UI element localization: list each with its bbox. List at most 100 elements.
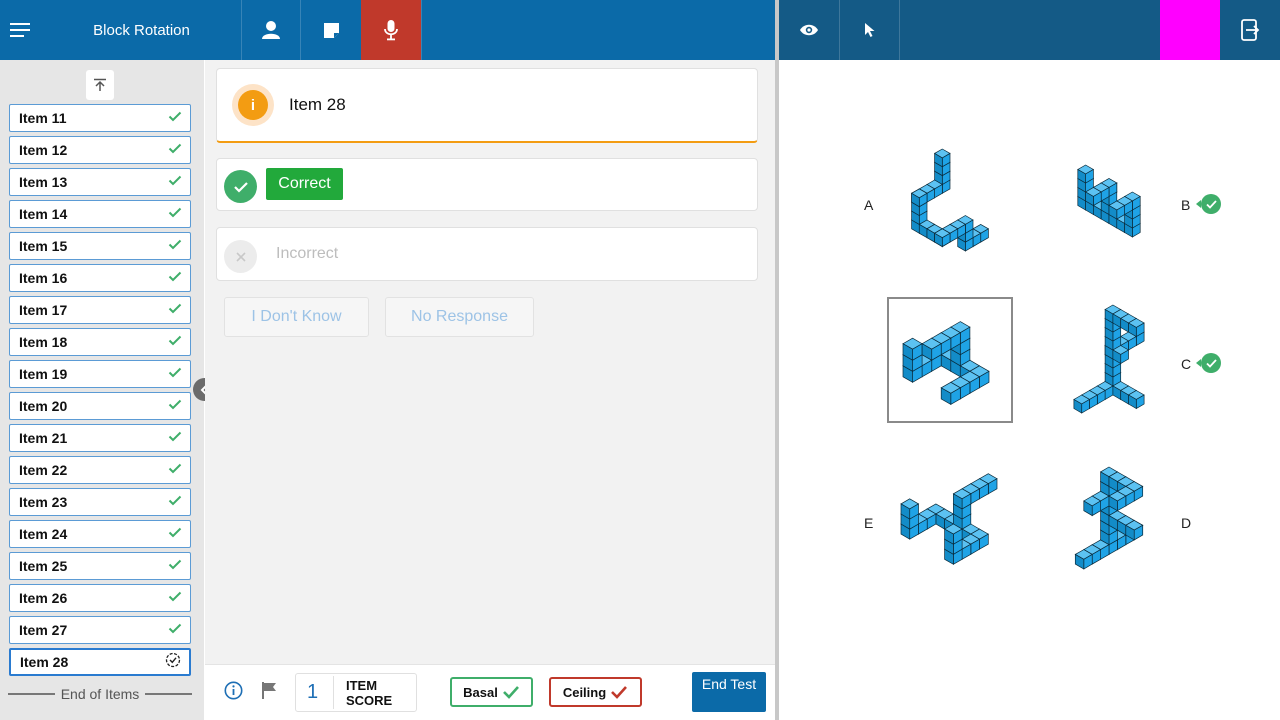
hamburger-icon <box>10 23 30 37</box>
exit-device-button[interactable] <box>1220 0 1280 60</box>
option-label-a: A <box>864 197 874 213</box>
note-icon <box>323 22 339 38</box>
sidebar-item-label: Item 13 <box>19 174 68 190</box>
option-label-e: E <box>864 515 874 531</box>
sidebar-item[interactable]: Item 28 <box>9 648 191 676</box>
x-circle-icon <box>224 240 257 273</box>
block-figure-e[interactable] <box>900 465 998 573</box>
correct-button[interactable]: Correct <box>266 168 343 200</box>
check-icon <box>168 333 182 351</box>
sidebar-item[interactable]: Item 21 <box>9 424 191 452</box>
check-icon <box>168 269 182 287</box>
option-label-c: C <box>1181 356 1192 372</box>
ceiling-label: Ceiling <box>562 684 607 700</box>
sidebar-item-label: Item 24 <box>19 526 68 542</box>
block-figure-d[interactable] <box>1070 466 1148 570</box>
check-icon <box>168 141 182 159</box>
sidebar-item-label: Item 21 <box>19 430 68 446</box>
sidebar-item-label: Item 23 <box>19 494 68 510</box>
score-separator <box>333 676 334 709</box>
menu-button[interactable] <box>0 0 42 60</box>
check-icon <box>1201 194 1221 214</box>
flag-button[interactable] <box>261 681 278 705</box>
sidebar-item-label: Item 25 <box>19 558 68 574</box>
sidebar-item-label: Item 27 <box>19 622 68 638</box>
item-score-label: ITEM SCORE <box>346 678 393 708</box>
check-icon <box>1201 353 1221 373</box>
sidebar-item[interactable]: Item 23 <box>9 488 191 516</box>
sidebar-item[interactable]: Item 22 <box>9 456 191 484</box>
check-icon <box>168 301 182 319</box>
check-icon <box>168 589 182 607</box>
microphone-icon <box>384 20 398 41</box>
pointer-button[interactable] <box>840 0 899 60</box>
sidebar-item-label: Item 18 <box>19 334 68 350</box>
option-c-correct-mark <box>1196 353 1221 373</box>
eye-icon <box>800 24 818 36</box>
timer-icon <box>165 652 181 673</box>
sidebar-item[interactable]: Item 27 <box>9 616 191 644</box>
basal-check-icon <box>502 686 519 699</box>
block-figure-b[interactable] <box>1052 164 1166 238</box>
end-test-button[interactable]: End Test <box>692 672 766 712</box>
scoring-panel <box>205 60 775 664</box>
option-label-b: B <box>1181 197 1191 213</box>
block-figure-a[interactable] <box>908 148 992 252</box>
sidebar-item-label: Item 28 <box>20 654 69 670</box>
check-icon <box>168 205 182 223</box>
sidebar-item[interactable]: Item 19 <box>9 360 191 388</box>
item-score-value: 1 <box>307 681 319 703</box>
sidebar-item-label: Item 26 <box>19 590 68 606</box>
sidebar-item[interactable]: Item 18 <box>9 328 191 356</box>
ceiling-check-icon <box>611 686 628 699</box>
sidebar-item[interactable]: Item 17 <box>9 296 191 324</box>
test-title: Block Rotation <box>93 21 190 39</box>
basal-label: Basal <box>463 684 498 700</box>
info-icon: i <box>238 90 268 120</box>
check-icon <box>168 621 182 639</box>
no-response-button[interactable]: No Response <box>385 297 534 337</box>
sidebar-item[interactable]: Item 24 <box>9 520 191 548</box>
info-outline-icon <box>224 681 243 700</box>
option-b-correct-mark <box>1196 194 1221 214</box>
check-icon <box>168 397 182 415</box>
item-title: Item 28 <box>289 95 346 114</box>
highlight-swatch[interactable] <box>1160 0 1220 60</box>
microphone-button[interactable] <box>361 0 421 60</box>
person-icon <box>262 21 280 39</box>
scroll-to-top-button[interactable] <box>86 70 114 100</box>
block-figure-c[interactable] <box>1070 304 1148 414</box>
check-icon <box>168 461 182 479</box>
ceiling-button[interactable]: Ceiling <box>549 677 642 707</box>
sidebar-item[interactable]: Item 14 <box>9 200 191 228</box>
sidebar-item[interactable]: Item 15 <box>9 232 191 260</box>
notes-button[interactable] <box>301 0 361 60</box>
check-icon <box>168 493 182 511</box>
info-button[interactable] <box>224 681 243 705</box>
sidebar-item-label: Item 17 <box>19 302 68 318</box>
flag-icon <box>262 682 276 699</box>
sidebar-item[interactable]: Item 16 <box>9 264 191 292</box>
arrow-up-to-top-icon <box>94 78 106 91</box>
check-icon <box>168 237 182 255</box>
sidebar-item-label: Item 16 <box>19 270 68 286</box>
sidebar-item-label: Item 14 <box>19 206 68 222</box>
sidebar-item[interactable]: Item 11 <box>9 104 191 132</box>
sidebar-item[interactable]: Item 13 <box>9 168 191 196</box>
incorrect-button[interactable]: Incorrect <box>276 245 338 263</box>
item-info-badge[interactable]: i <box>232 84 274 126</box>
option-label-d: D <box>1181 515 1192 531</box>
sidebar-item[interactable]: Item 20 <box>9 392 191 420</box>
check-circle-icon <box>224 170 257 203</box>
sidebar-item[interactable]: Item 25 <box>9 552 191 580</box>
examinee-button[interactable] <box>242 0 300 60</box>
sidebar-item[interactable]: Item 12 <box>9 136 191 164</box>
check-icon <box>168 109 182 127</box>
dont-know-button[interactable]: I Don't Know <box>224 297 369 337</box>
sidebar-item[interactable]: Item 26 <box>9 584 191 612</box>
panel-divider[interactable] <box>775 0 779 720</box>
view-button[interactable] <box>779 0 839 60</box>
check-icon <box>168 365 182 383</box>
check-icon <box>168 557 182 575</box>
basal-button[interactable]: Basal <box>450 677 533 707</box>
